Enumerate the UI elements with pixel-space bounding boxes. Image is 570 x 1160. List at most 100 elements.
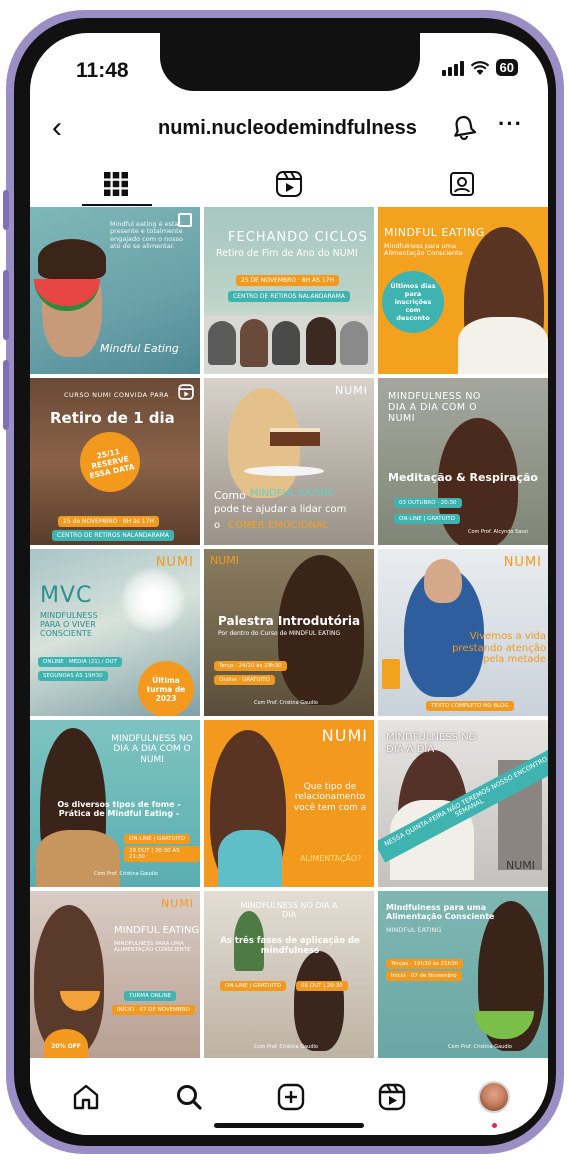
post-line2: pode te ajudar a lidar com xyxy=(214,504,347,515)
post-pill: SEGUNDAS ÀS 19H30 xyxy=(38,671,108,681)
grid-icon xyxy=(104,172,128,196)
post-date-pill: Terça · 24/10 às 19h30 xyxy=(214,661,287,671)
more-options-icon[interactable]: ··· xyxy=(498,111,523,137)
post-highlight: ALIMENTAÇÃO? xyxy=(300,854,362,863)
post-tile[interactable]: MINDFUL EATING Mindfulness para uma Alim… xyxy=(378,207,548,374)
dandelion xyxy=(120,567,186,633)
brand-logo: NUMI xyxy=(321,726,368,745)
post-subtitle: MINDFUL EATING xyxy=(386,926,442,934)
post-tile[interactable]: Mindfulness para uma Alimentação Conscie… xyxy=(378,891,548,1058)
post-tile[interactable]: Que tipo de relacionamento você tem com … xyxy=(204,720,374,887)
multi-post-icon xyxy=(178,213,192,227)
post-tile[interactable]: FECHANDO CICLOS Retiro de Fim de Ano do … xyxy=(204,207,374,374)
post-title: MINDFULNESS NO DIA A DIA xyxy=(240,901,338,920)
post-line1: Como xyxy=(214,489,246,502)
post-date-pill: 29 OUT | 20:30 ÀS 21:30 xyxy=(124,846,200,862)
post-tile[interactable]: MINDFULNESS NO DIA A DIA NESSA QUINTA-FE… xyxy=(378,720,548,887)
post-subtitle: Mindfulness para uma Alimentação Conscie… xyxy=(384,242,463,258)
signal-icon xyxy=(441,60,464,76)
post-pill: TURMA ONLINE xyxy=(124,991,177,1001)
post-title: MINDFUL EATING xyxy=(114,925,200,936)
brand-logo: NUMI xyxy=(503,555,542,570)
post-title: Mindfulness para uma Alimentação Conscie… xyxy=(386,903,495,922)
post-title: MINDFULNESS NO DIA A DIA xyxy=(386,732,477,755)
home-icon[interactable] xyxy=(70,1081,102,1113)
post-date-pill: INÍCIO · 07 DE NOVEMBRO xyxy=(112,1005,195,1015)
tab-posts-grid[interactable] xyxy=(30,161,202,207)
tagged-user-icon xyxy=(450,172,474,196)
screen: 11:48 60 ‹ numi.nucleodemindfulness ··· xyxy=(30,33,548,1135)
post-date-pill: 25 de NOVEMBRO · 8H às 17H xyxy=(58,516,159,527)
reels-icon xyxy=(276,171,302,197)
post-pill: Online · GRATUITO xyxy=(214,675,275,685)
post-badge: 20% OFF xyxy=(44,1029,88,1058)
tab-reels[interactable] xyxy=(203,161,375,207)
post-date-pill: 05 OUT | 20:30 xyxy=(296,981,348,991)
post-pill: ON-LINE | GRATUITO xyxy=(220,981,286,991)
profile-avatar[interactable] xyxy=(478,1081,510,1113)
reels-icon[interactable] xyxy=(376,1081,408,1113)
post-pill: Terças · 19h30 às 21h30 xyxy=(386,959,464,969)
post-place-pill: CENTRO DE RETIROS NALANDARAMA xyxy=(228,291,350,302)
post-tile[interactable]: MINDFULNESS NO DIA A DIA COM O NUMI Medi… xyxy=(378,378,548,545)
volume-down-button xyxy=(3,360,9,430)
post-title: MINDFULNESS NO DIA A DIA COM O NUMI xyxy=(388,391,481,424)
post-badge: 25/11 RESERVE ESSA DATA xyxy=(74,426,146,498)
posts-grid: Mindful eating é estar presente e totalm… xyxy=(30,207,548,1062)
post-subtitle: Meditação & Respiração xyxy=(388,471,538,484)
post-tile[interactable]: MINDFULNESS NO DIA A DIA As três fases d… xyxy=(204,891,374,1058)
post-title: MINDFULNESS NO DIA A DIA COM O NUMI xyxy=(111,734,193,765)
cake-slice xyxy=(270,428,320,446)
back-icon[interactable]: ‹ xyxy=(52,113,62,143)
post-subtitle: Os diversos tipos de fome - Prática de M… xyxy=(57,800,181,819)
post-title: Palestra Introdutória xyxy=(218,614,361,628)
post-tile[interactable]: MINDFULNESS NO DIA A DIA COM O NUMI Os d… xyxy=(30,720,200,887)
create-post-icon[interactable] xyxy=(275,1081,307,1113)
post-footer: Com Prof. Cristina Gaudio xyxy=(254,1044,318,1050)
search-icon[interactable] xyxy=(173,1081,205,1113)
side-button xyxy=(3,190,9,230)
active-tab-indicator xyxy=(82,204,152,206)
post-footer: Com Prof. Alcyndo Sassi xyxy=(468,529,528,535)
post-image-shirt xyxy=(36,830,120,887)
post-image-shirt xyxy=(458,317,548,374)
post-tile[interactable]: Vivemos a vida prestando atenção pela me… xyxy=(378,549,548,716)
post-title: Retiro de 1 dia xyxy=(50,409,175,427)
post-pill: ON-LINE | GRATUITO xyxy=(394,514,460,524)
post-pill: ON-LINE | GRATUITO xyxy=(124,834,190,844)
brand-logo: NUMI xyxy=(160,897,194,910)
post-tile[interactable]: NUMI MINDFUL EATING MINDFULNESS PARA UMA… xyxy=(30,891,200,1058)
post-pill: TEXTO COMPLETO NO BLOG xyxy=(426,701,514,711)
notification-bell-icon[interactable] xyxy=(450,113,478,141)
post-image xyxy=(294,951,344,1051)
post-title: Mindful Eating xyxy=(100,342,179,355)
post-image-hair xyxy=(38,239,106,279)
post-tile[interactable]: NUMI Palestra Introdutória Por dentro do… xyxy=(204,549,374,716)
post-date-pill: 03 OUTUBRO · 20:30 xyxy=(394,498,462,508)
post-kicker: NUMI xyxy=(210,554,240,567)
post-subtitle: Por dentro do Curso de MINDFUL EATING xyxy=(218,630,341,637)
post-place-pill: CENTRO DE RETIROS NALANDARAMA xyxy=(52,530,174,541)
post-line3: o xyxy=(214,520,221,531)
wifi-icon xyxy=(470,60,489,75)
post-subtitle: MINDFULNESS PARA O VIVER CONSCIENTE xyxy=(40,611,98,639)
post-badge: Última turma de 2023 xyxy=(138,661,194,716)
notification-dot xyxy=(492,1123,497,1128)
post-image-top xyxy=(218,830,282,887)
post-tile[interactable]: CURSO NUMI CONVIDA PARA Retiro de 1 dia … xyxy=(30,378,200,545)
post-image-face xyxy=(424,559,462,603)
post-badge: Últimos dias para inscrições com descont… xyxy=(382,271,444,333)
post-pill: ONLINE · MEDIA (21) / OUT xyxy=(38,657,122,667)
post-tile[interactable]: MVC MINDFULNESS PARA O VIVER CONSCIENTE … xyxy=(30,549,200,716)
post-title: MINDFUL EATING xyxy=(384,226,485,239)
brand-logo: NUMI xyxy=(506,859,536,872)
post-date-pill: 25 DE NOVEMBRO · 8H ÀS 17H xyxy=(236,275,339,286)
post-tile[interactable]: Mindful eating é estar presente e totalm… xyxy=(30,207,200,374)
profile-tabs xyxy=(30,161,548,207)
profile-header: ‹ numi.nucleodemindfulness ··· xyxy=(30,107,548,149)
post-tile[interactable]: Como MINDFUL EATING pode te ajudar a lid… xyxy=(204,378,374,545)
reels-icon xyxy=(178,384,194,400)
post-subtitle: MINDFULNESS PARA UMA ALIMENTAÇÃO CONSCIE… xyxy=(114,941,191,954)
tab-tagged[interactable] xyxy=(376,161,548,207)
post-title: Vivemos a vida prestando atenção pela me… xyxy=(452,631,546,665)
